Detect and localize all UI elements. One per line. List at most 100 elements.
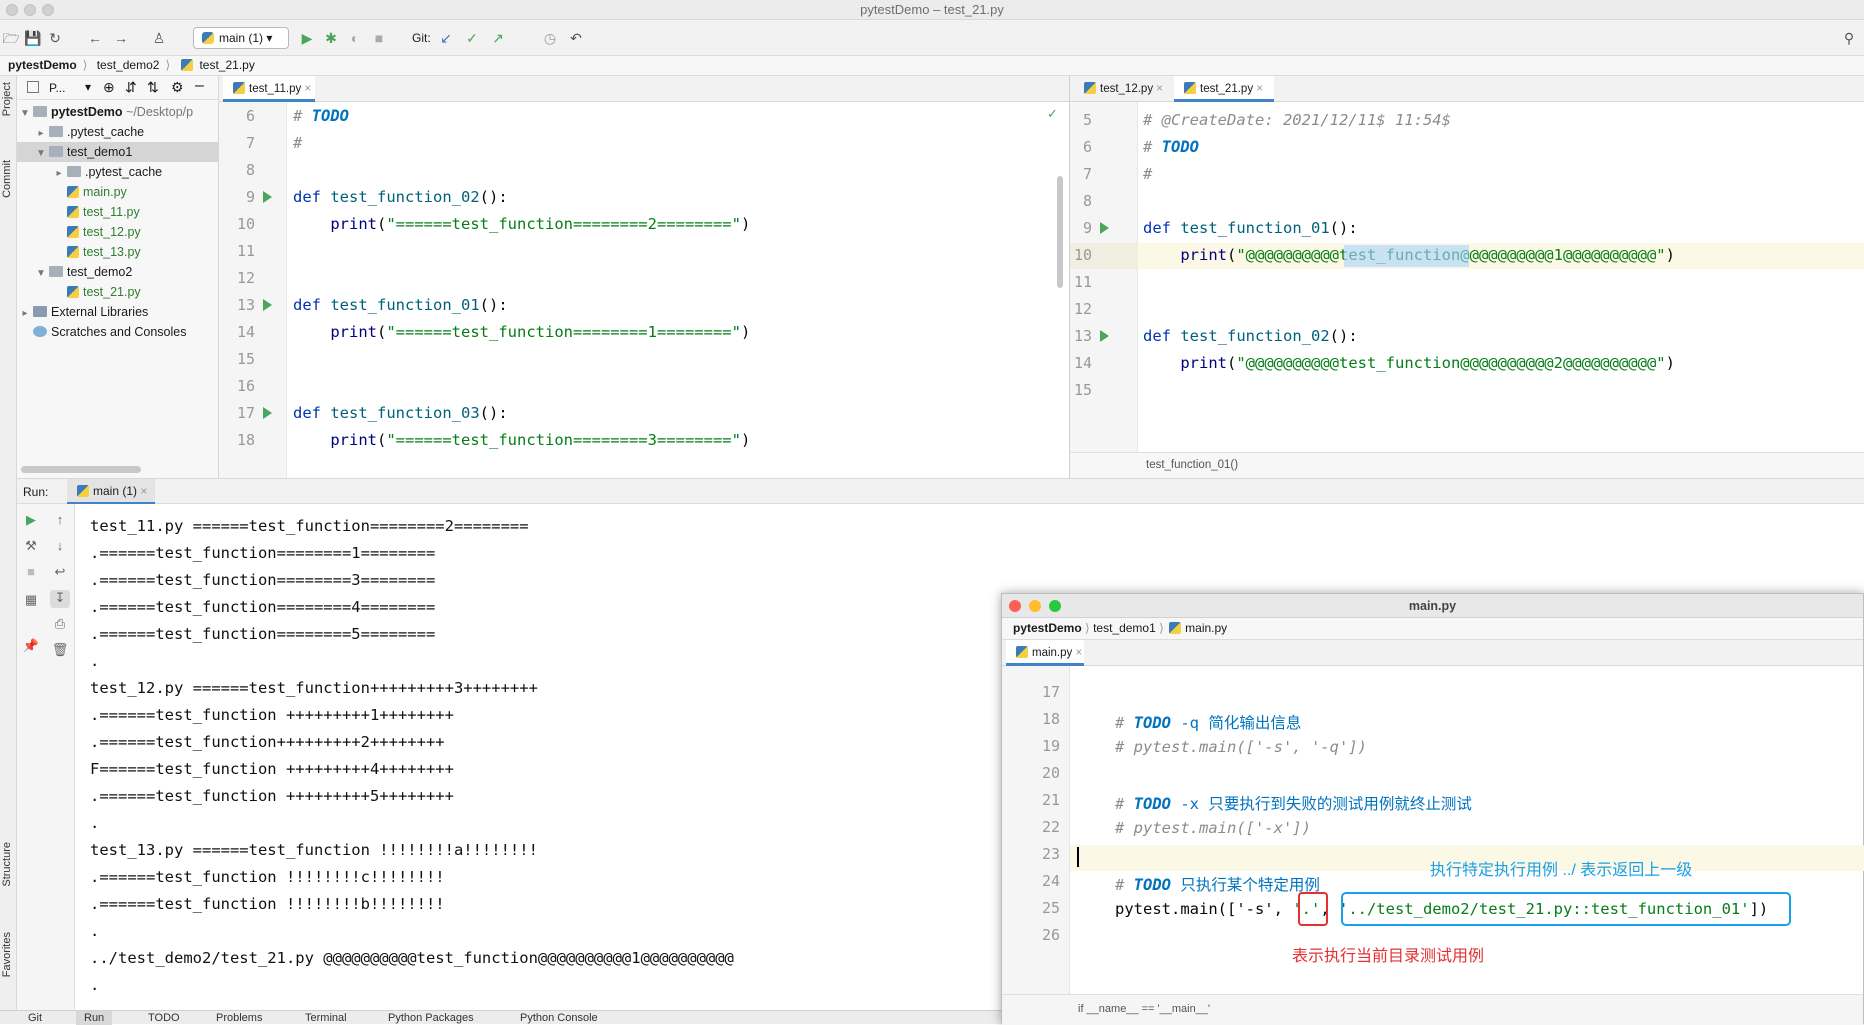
sync-icon[interactable]: ↻ <box>46 29 64 47</box>
breadcrumb-item-file[interactable]: main.py <box>1185 621 1227 635</box>
chevron-down-icon[interactable]: ▼ <box>35 144 47 164</box>
tree-item-main-py[interactable]: main.py <box>17 182 219 202</box>
folder-icon <box>49 126 63 137</box>
tree-item-label: test_21.py <box>83 285 141 299</box>
tree-item-pytest-cache-demo1[interactable]: ▸ .pytest_cache <box>17 162 219 182</box>
soft-wrap-icon[interactable]: ↩ <box>50 564 70 582</box>
breadcrumb-item-project[interactable]: pytestDemo <box>1013 621 1082 635</box>
bottom-tab-problems[interactable]: Problems <box>216 1011 262 1025</box>
project-view-select[interactable]: P... <box>49 81 65 95</box>
tree-item-test-demo1[interactable]: ▼ test_demo1 <box>17 142 219 162</box>
save-icon[interactable]: 💾 <box>24 29 42 47</box>
project-tool-tab[interactable]: Project <box>1 82 13 116</box>
locate-icon[interactable]: ⊕ <box>103 79 115 96</box>
stop-icon[interactable]: ■ <box>21 564 41 582</box>
debug-icon[interactable]: ✱ <box>322 29 340 47</box>
chevron-right-icon[interactable]: ▸ <box>35 124 47 144</box>
trash-icon[interactable]: 🗑 <box>50 642 70 660</box>
layout-icon[interactable]: ▦ <box>21 592 41 610</box>
line-number: 8 <box>245 161 255 179</box>
wrench-icon[interactable]: ⚒ <box>21 538 41 556</box>
scratches-icon <box>33 326 47 337</box>
arrow-up-icon[interactable]: ↑ <box>50 512 70 530</box>
tree-item-test-13[interactable]: test_13.py <box>17 242 219 262</box>
tree-item-test-11[interactable]: test_11.py <box>17 202 219 222</box>
tree-item-test-21[interactable]: test_21.py <box>17 282 219 302</box>
rerun-icon[interactable]: ▶ <box>21 512 41 530</box>
arrow-down-icon[interactable]: ↓ <box>50 538 70 556</box>
git-update-icon[interactable]: ↙ <box>437 29 455 47</box>
tree-item-project-root[interactable]: ▼ pytestDemo ~/Desktop/p <box>17 102 219 122</box>
git-history-icon[interactable]: ◷ <box>541 29 559 47</box>
tab-test-11[interactable]: test_11.py × <box>223 76 315 102</box>
search-icon[interactable]: ⚲ <box>1840 29 1858 47</box>
collapse-all-icon[interactable]: ⇅ <box>147 79 159 96</box>
editor-breadcrumb[interactable]: test_function_01() <box>1070 452 1864 478</box>
close-icon[interactable]: × <box>140 484 147 498</box>
close-icon[interactable]: × <box>1156 83 1163 95</box>
run-gutter-icon[interactable] <box>1100 330 1109 342</box>
bottom-tab-git[interactable]: Git <box>28 1011 42 1025</box>
tree-item-label: External Libraries <box>51 305 149 319</box>
chevron-right-icon[interactable]: ▸ <box>19 304 31 324</box>
tree-item-test-12[interactable]: test_12.py <box>17 222 219 242</box>
gear-icon[interactable]: ⚙ <box>171 79 184 96</box>
git-commit-icon[interactable]: ✓ <box>463 29 481 47</box>
close-icon[interactable]: × <box>1256 83 1263 95</box>
breadcrumb-item-folder[interactable]: test_demo2 <box>97 58 160 72</box>
horizontal-scrollbar[interactable] <box>21 466 141 473</box>
line-number: 7 <box>1082 165 1092 183</box>
code-context-label[interactable]: if __name__ == '__main__' <box>1078 1003 1210 1015</box>
tree-item-pytest-cache[interactable]: ▸ .pytest_cache <box>17 122 219 142</box>
tab-main-py[interactable]: main.py × <box>1006 640 1084 666</box>
git-rollback-icon[interactable]: ↶ <box>567 29 585 47</box>
chevron-down-icon[interactable]: ▼ <box>35 264 47 284</box>
stop-icon[interactable]: ■ <box>370 29 388 47</box>
scroll-to-end-icon[interactable]: ↧ <box>50 590 70 608</box>
bottom-tab-python-console[interactable]: Python Console <box>520 1011 598 1025</box>
chevron-down-icon[interactable]: ▼ <box>19 104 31 124</box>
close-icon[interactable]: × <box>1075 647 1082 659</box>
run-gutter-icon[interactable] <box>263 407 272 419</box>
hide-panel-icon[interactable]: – <box>195 77 204 95</box>
forward-arrow-icon[interactable]: → <box>112 29 130 47</box>
breadcrumb-item-project[interactable]: pytestDemo <box>8 58 77 72</box>
left-editor-tabbar: test_11.py × <box>219 76 1069 102</box>
tab-test-21[interactable]: test_21.py × <box>1174 76 1274 102</box>
favorites-tool-tab[interactable]: Favorites <box>1 932 13 977</box>
coverage-icon[interactable]: ◐ <box>346 29 364 47</box>
todo-text: -x 只要执行到失败的测试用例就终止测试 <box>1171 795 1472 813</box>
bottom-tab-terminal[interactable]: Terminal <box>305 1011 347 1025</box>
run-gutter-icon[interactable] <box>263 191 272 203</box>
tree-item-scratches[interactable]: Scratches and Consoles <box>17 322 219 342</box>
back-arrow-icon[interactable]: ← <box>86 29 104 47</box>
run-gutter-icon[interactable] <box>1100 222 1109 234</box>
commit-tool-tab[interactable]: Commit <box>1 160 13 198</box>
open-folder-icon[interactable]: 🗁 <box>2 29 20 47</box>
line-number: 14 <box>1073 354 1092 372</box>
chevron-down-icon[interactable]: ▾ <box>85 80 91 94</box>
expand-all-icon[interactable]: ⇵ <box>125 79 137 96</box>
tree-item-external-libraries[interactable]: ▸ External Libraries <box>17 302 219 322</box>
tree-item-label: test_demo1 <box>67 145 133 159</box>
tree-item-test-demo2[interactable]: ▼ test_demo2 <box>17 262 219 282</box>
bottom-tab-run[interactable]: Run <box>76 1011 113 1025</box>
breadcrumb-item-file[interactable]: test_21.py <box>199 58 254 72</box>
tab-test-12[interactable]: test_12.py × <box>1074 76 1170 102</box>
run-tab[interactable]: main (1) × <box>67 479 156 504</box>
line-number: 10 <box>236 215 255 233</box>
run-configuration-select[interactable]: main (1) ▾ <box>193 27 289 49</box>
pin-icon[interactable]: 📌 <box>21 638 41 656</box>
run-gutter-icon[interactable] <box>263 299 272 311</box>
breadcrumb-item-folder[interactable]: test_demo1 <box>1093 621 1156 635</box>
chevron-right-icon[interactable]: ▸ <box>53 164 65 184</box>
annotation-blue-text: 执行特定执行用例 ../ 表示返回上一级 <box>1430 862 1693 879</box>
git-push-icon[interactable]: ↗ <box>489 29 507 47</box>
run-icon[interactable]: ▶ <box>298 29 316 47</box>
bottom-tab-todo[interactable]: TODO <box>148 1011 180 1025</box>
bottom-tab-python-packages[interactable]: Python Packages <box>388 1011 474 1025</box>
print-icon[interactable]: ⎙ <box>50 616 70 634</box>
structure-tool-tab[interactable]: Structure <box>1 842 13 887</box>
user-icon[interactable]: ♙ <box>150 29 168 47</box>
close-icon[interactable]: × <box>304 83 311 95</box>
